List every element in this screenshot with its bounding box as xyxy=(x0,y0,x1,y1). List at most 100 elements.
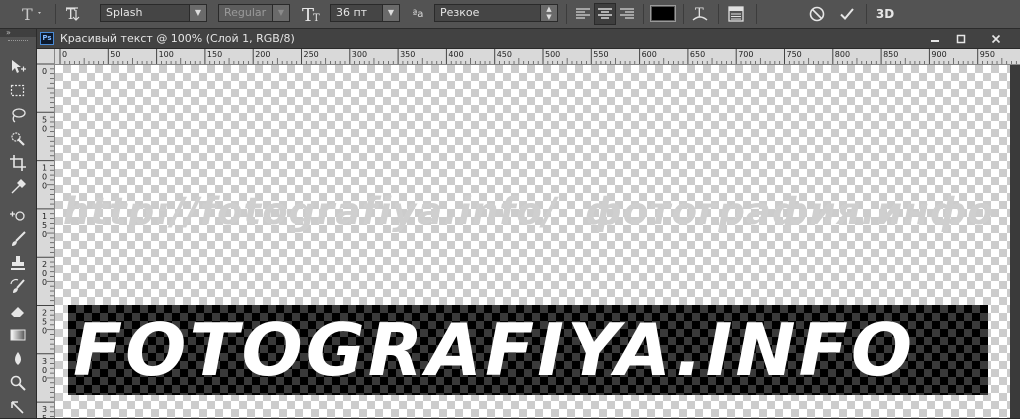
ruler-label: 5 xyxy=(42,115,47,124)
main-headline-text[interactable]: FOTOGRAFIYA.INFO xyxy=(73,308,915,392)
font-size-field[interactable]: 36 пт ▼ xyxy=(330,4,400,22)
chevron-down-icon: ▼ xyxy=(272,5,289,21)
commit-edits-icon[interactable] xyxy=(836,3,858,25)
font-size-value: 36 пт xyxy=(336,6,368,19)
ruler-label: 0 xyxy=(42,278,47,287)
photoshop-document-icon: Ps xyxy=(40,32,54,45)
expand-panel-icon[interactable]: » xyxy=(6,28,11,37)
horizontal-ruler-ticks: 0 50 100 150 200 250 300 350 400 450 500 550 600 650 7… xyxy=(59,49,1017,64)
three-d-button[interactable]: 3D xyxy=(873,3,897,25)
ruler-label: 2 xyxy=(42,309,47,318)
ruler-label: 0 xyxy=(42,269,47,278)
blur-tool-icon[interactable] xyxy=(6,348,30,370)
ruler-label: 500 xyxy=(545,50,560,59)
ruler-label: 650 xyxy=(690,50,705,59)
align-left-button[interactable] xyxy=(572,3,594,25)
ruler-label: 0 xyxy=(42,173,47,182)
panel-grip[interactable] xyxy=(8,40,28,43)
ruler-label: 0 xyxy=(42,375,47,384)
clone-stamp-tool-icon[interactable] xyxy=(6,252,30,274)
ruler-label: 400 xyxy=(448,50,463,59)
ruler-label: 5 xyxy=(42,221,47,230)
ruler-label: 3 xyxy=(42,405,47,414)
ruler-label: 450 xyxy=(497,50,512,59)
ruler-label: 1 xyxy=(42,164,47,173)
pen-tool-icon[interactable] xyxy=(6,397,30,419)
spot-healing-tool-icon[interactable] xyxy=(6,204,30,226)
horizontal-ruler[interactable]: 0 50 100 150 200 250 300 350 400 450 500 550 600 650 7… xyxy=(55,49,1020,65)
font-size-icon: TT xyxy=(300,3,324,25)
type-tool-preset-icon[interactable]: T xyxy=(18,3,46,25)
ruler-label: 2 xyxy=(42,260,47,269)
ruler-label: 200 xyxy=(255,50,270,59)
font-family-dropdown[interactable]: Splash ▼ xyxy=(100,4,207,22)
ruler-label: 250 xyxy=(304,50,319,59)
ruler-label: 350 xyxy=(400,50,415,59)
gradient-tool-icon[interactable] xyxy=(6,324,30,346)
antialias-value: Резкое xyxy=(440,6,480,19)
ruler-label: 0 xyxy=(42,182,47,191)
chevron-down-icon: ▼ xyxy=(382,5,399,21)
options-bar: T T Splash ▼ Regular ▼ TT 36 пт ▼ ªa Рез… xyxy=(0,0,1020,29)
character-panel-icon[interactable] xyxy=(724,3,748,25)
document-title[interactable]: Красивый текст @ 100% (Слой 1, RGB/8) xyxy=(60,32,295,45)
minimize-button[interactable] xyxy=(923,32,947,45)
eraser-tool-icon[interactable] xyxy=(6,300,30,322)
lasso-tool-icon[interactable] xyxy=(6,104,30,126)
cancel-edits-icon[interactable] xyxy=(806,3,828,25)
toggle-text-orientation-icon[interactable]: T xyxy=(62,3,88,25)
ruler-label: 700 xyxy=(738,50,753,59)
svg-text:T: T xyxy=(313,13,320,24)
eyedropper-tool-icon[interactable] xyxy=(6,176,30,198)
watermark-cyrillic-text: фотография.инфо xyxy=(585,190,994,233)
font-style-value: Regular xyxy=(224,6,267,19)
svg-text:T: T xyxy=(22,5,33,24)
document-tab-bar: Ps Красивый текст @ 100% (Слой 1, RGB/8) xyxy=(37,29,1020,49)
text-color-swatch[interactable] xyxy=(650,5,676,22)
ruler-label: 950 xyxy=(980,50,995,59)
ruler-label: 0 xyxy=(42,124,47,133)
chevron-updown-icon: ▲ ▼ xyxy=(540,5,557,21)
vertical-ruler[interactable]: 050100150200250300350 xyxy=(37,49,55,418)
dodge-tool-icon[interactable] xyxy=(6,372,30,394)
font-family-value: Splash xyxy=(106,6,143,19)
canvas[interactable]: http://fotografiya.info/ фотография.инфо… xyxy=(55,65,1010,418)
brush-tool-icon[interactable] xyxy=(6,228,30,250)
font-style-dropdown[interactable]: Regular ▼ xyxy=(218,4,290,22)
ruler-label: 750 xyxy=(787,50,802,59)
crop-tool-icon[interactable] xyxy=(6,152,30,174)
ruler-label: 100 xyxy=(159,50,174,59)
ruler-label: 900 xyxy=(931,50,946,59)
ruler-label: 5 xyxy=(42,414,47,418)
align-center-button[interactable] xyxy=(594,3,616,25)
watermark-url-text: http://fotografiya.info/ xyxy=(63,190,558,233)
ruler-label: 50 xyxy=(110,50,120,59)
antialias-dropdown[interactable]: Резкое ▲ ▼ xyxy=(434,4,558,22)
ruler-label: 3 xyxy=(42,357,47,366)
ruler-label: 0 xyxy=(42,366,47,375)
close-icon[interactable] xyxy=(981,32,1011,45)
ruler-label: 850 xyxy=(883,50,898,59)
tools-panel: » xyxy=(0,28,37,419)
antialias-icon: ªa xyxy=(412,8,424,20)
ruler-label: 0 xyxy=(42,67,47,76)
vertical-scrollbar[interactable] xyxy=(1010,65,1020,418)
document-window: Ps Красивый текст @ 100% (Слой 1, RGB/8)… xyxy=(37,29,1020,418)
marquee-tool-icon[interactable] xyxy=(6,80,30,102)
ruler-label: 600 xyxy=(642,50,657,59)
ruler-label: 300 xyxy=(352,50,367,59)
align-right-button[interactable] xyxy=(616,3,638,25)
ruler-label: 550 xyxy=(593,50,608,59)
ruler-label: 0 xyxy=(42,327,47,336)
text-color-fill xyxy=(652,7,674,20)
svg-text:T: T xyxy=(66,7,76,23)
svg-text:T: T xyxy=(695,6,704,21)
history-brush-tool-icon[interactable] xyxy=(6,276,30,298)
quick-selection-tool-icon[interactable] xyxy=(6,128,30,150)
warp-text-icon[interactable]: T xyxy=(688,3,712,25)
chevron-down-icon: ▼ xyxy=(189,5,206,21)
move-tool-icon[interactable] xyxy=(6,56,30,78)
vertical-ruler-ticks: 050100150200250300350 xyxy=(37,63,54,418)
ruler-label: 0 xyxy=(62,50,67,59)
maximize-button[interactable] xyxy=(949,32,973,45)
